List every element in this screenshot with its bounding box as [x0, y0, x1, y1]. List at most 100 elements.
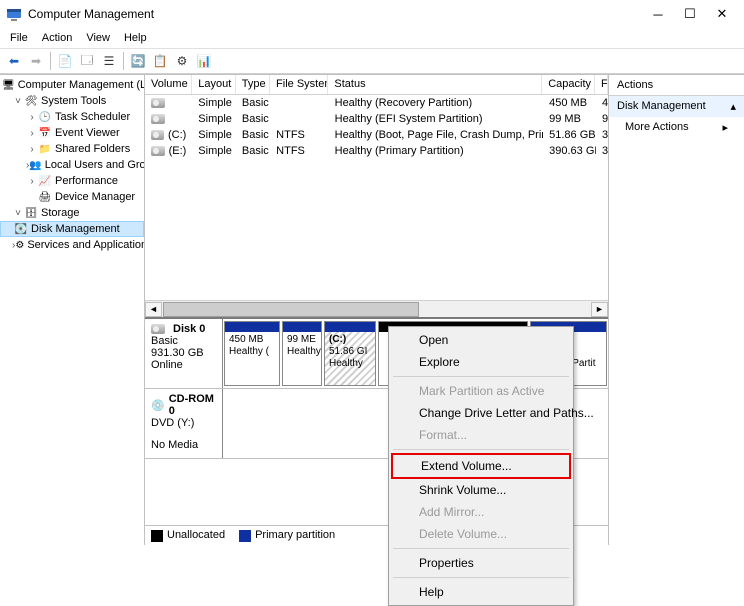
disk-sub: DVD (Y:) [151, 417, 216, 429]
disk-size: 931.30 GB [151, 347, 216, 359]
tree-shared-folders[interactable]: ›📁Shared Folders [0, 141, 144, 157]
scroll-track[interactable] [163, 302, 590, 317]
settings-button[interactable]: ⚙ [172, 51, 192, 71]
disk-icon: 💽 [14, 222, 28, 236]
actions-section[interactable]: Disk Management ▴ [609, 96, 744, 117]
tree-disk-management[interactable]: 💽Disk Management [0, 221, 144, 237]
computer-icon: 🖥 [2, 78, 15, 92]
scroll-right-button[interactable]: ► [591, 302, 608, 317]
horizontal-scrollbar[interactable]: ◄ ► [145, 300, 608, 317]
tree-task-scheduler[interactable]: ›🕒Task Scheduler [0, 109, 144, 125]
menu-bar: File Action View Help [0, 28, 744, 48]
context-menu: Open Explore Mark Partition as Active Ch… [388, 326, 574, 606]
ctx-shrink-volume[interactable]: Shrink Volume... [391, 479, 571, 501]
disk-info[interactable]: Disk 0 Basic 931.30 GB Online [145, 319, 223, 388]
volume-row[interactable]: (C:) Simple Basic NTFS Healthy (Boot, Pa… [145, 127, 608, 143]
menu-help[interactable]: Help [118, 30, 153, 46]
close-button[interactable]: ✕ [706, 3, 738, 25]
tree-system-tools[interactable]: ˅ 🛠 System Tools [0, 93, 144, 109]
unallocated-swatch [151, 530, 163, 542]
expand-icon[interactable]: › [26, 176, 38, 187]
cell: Healthy (Boot, Page File, Crash Dump, Pr… [329, 129, 544, 141]
ctx-change-letter[interactable]: Change Drive Letter and Paths... [391, 402, 571, 424]
tree-device-manager[interactable]: 🖨Device Manager [0, 189, 144, 205]
tree-label: Disk Management [31, 223, 120, 235]
folder-icon: 📁 [38, 142, 52, 156]
legend-label: Unallocated [167, 529, 225, 541]
scroll-left-button[interactable]: ◄ [145, 302, 162, 317]
ctx-extend-volume[interactable]: Extend Volume... [391, 453, 571, 479]
cell: Basic [236, 113, 270, 125]
forward-button[interactable]: ➡ [26, 51, 46, 71]
expand-icon[interactable]: › [26, 128, 38, 139]
ctx-open[interactable]: Open [391, 329, 571, 351]
actions-more[interactable]: More Actions ▸ [609, 117, 744, 138]
menu-separator [393, 548, 569, 549]
tree-root[interactable]: 🖥 Computer Management (Local) [0, 77, 144, 93]
back-button[interactable]: ⬅ [4, 51, 24, 71]
tree-label: Event Viewer [55, 127, 120, 139]
menu-view[interactable]: View [80, 30, 116, 46]
cell: Basic [236, 145, 270, 157]
services-icon: ⚙ [15, 238, 24, 252]
volume-icon [151, 130, 164, 140]
cell: Healthy (Recovery Partition) [329, 97, 544, 109]
volume-icon [151, 114, 165, 124]
ctx-format: Format... [391, 424, 571, 446]
part-size: 51.86 GI [329, 346, 371, 358]
tree-event-viewer[interactable]: ›📅Event Viewer [0, 125, 144, 141]
cell: Healthy (Primary Partition) [329, 145, 544, 157]
minimize-button[interactable]: ─ [642, 3, 674, 25]
cell: Simple [192, 129, 236, 141]
expand-icon[interactable]: › [26, 112, 38, 123]
ctx-properties[interactable]: Properties [391, 552, 571, 574]
menu-separator [393, 376, 569, 377]
refresh-button[interactable]: 🔄 [128, 51, 148, 71]
list-button[interactable]: 📋 [150, 51, 170, 71]
tree-label: Services and Applications [27, 239, 145, 251]
col-layout[interactable]: Layout [192, 75, 236, 94]
expand-icon[interactable]: › [26, 144, 38, 155]
actions-section-label: Disk Management [617, 100, 706, 113]
options-button[interactable]: 🗔 [77, 51, 97, 71]
properties-button[interactable]: ☰ [99, 51, 119, 71]
collapse-icon[interactable]: ˅ [12, 208, 24, 219]
ctx-explore[interactable]: Explore [391, 351, 571, 373]
col-status[interactable]: Status [328, 75, 542, 94]
maximize-button[interactable]: ☐ [674, 3, 706, 25]
partition[interactable]: 99 MEHealthy [282, 321, 322, 386]
partition-header [283, 322, 321, 332]
part-status: Healthy [329, 358, 371, 370]
col-free[interactable]: F [595, 75, 608, 94]
disk-state: No Media [151, 439, 216, 451]
scroll-thumb[interactable] [163, 302, 419, 317]
partition[interactable]: 450 MBHealthy ( [224, 321, 280, 386]
volume-row[interactable]: Simple Basic Healthy (EFI System Partiti… [145, 111, 608, 127]
col-volume[interactable]: Volume [145, 75, 192, 94]
title-bar: Computer Management ─ ☐ ✕ [0, 0, 744, 28]
menu-file[interactable]: File [4, 30, 34, 46]
collapse-icon[interactable]: ˅ [12, 96, 24, 107]
cell: Simple [192, 113, 236, 125]
disk-info[interactable]: 💿CD-ROM 0 DVD (Y:) No Media [145, 389, 223, 458]
part-label: (C:) [329, 334, 371, 346]
ctx-help[interactable]: Help [391, 581, 571, 603]
cell: Healthy (EFI System Partition) [329, 113, 544, 125]
volume-row[interactable]: Simple Basic Healthy (Recovery Partition… [145, 95, 608, 111]
tree-storage[interactable]: ˅🗄Storage [0, 205, 144, 221]
cell: (E:) [169, 145, 187, 157]
volume-row[interactable]: (E:) Simple Basic NTFS Healthy (Primary … [145, 143, 608, 159]
volume-icon [151, 146, 165, 156]
partition-selected[interactable]: (C:)51.86 GIHealthy [324, 321, 376, 386]
col-filesystem[interactable]: File System [270, 75, 328, 94]
menu-action[interactable]: Action [36, 30, 79, 46]
tree-local-users[interactable]: ›👥Local Users and Groups [0, 157, 144, 173]
tree-services[interactable]: ›⚙Services and Applications [0, 237, 144, 253]
tree-performance[interactable]: ›📈Performance [0, 173, 144, 189]
tool-button[interactable]: 📊 [194, 51, 214, 71]
col-capacity[interactable]: Capacity [542, 75, 595, 94]
event-icon: 📅 [38, 126, 52, 140]
app-icon [6, 6, 22, 22]
col-type[interactable]: Type [236, 75, 270, 94]
up-button[interactable]: 📄 [55, 51, 75, 71]
